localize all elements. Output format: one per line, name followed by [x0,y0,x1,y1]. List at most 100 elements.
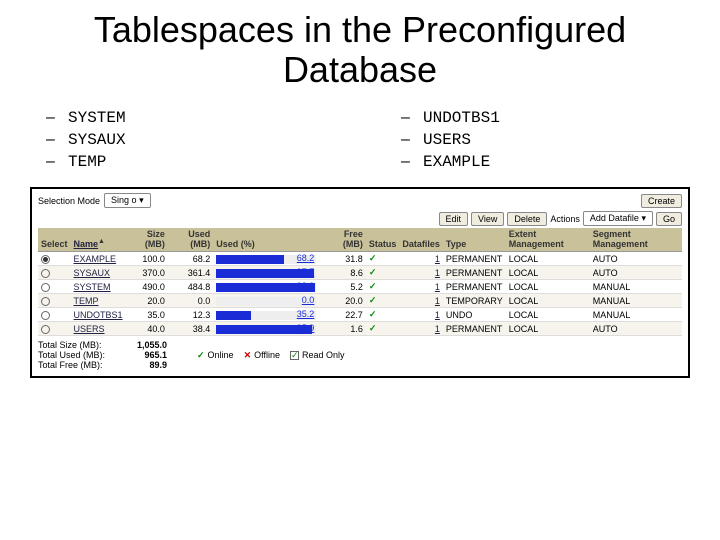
list-item: EXAMPLE [395,151,690,173]
readonly-icon [290,351,299,360]
cell-used-pct: 98.9 [213,280,323,294]
cell-datafiles[interactable]: 1 [399,252,443,266]
cell-size: 20.0 [126,294,168,308]
cell-name[interactable]: TEMP [71,294,126,308]
col-size: Size (MB) [126,228,168,251]
row-select-radio[interactable] [41,283,50,292]
cell-used: 12.3 [168,308,213,322]
create-button[interactable]: Create [641,194,682,208]
cell-extent: LOCAL [506,322,590,336]
table-row: SYSAUX370.0361.4 97.7 8.6✓ 1PERMANENTLOCALA… [38,266,682,280]
check-icon: ✓ [369,295,377,305]
cell-extent: LOCAL [506,280,590,294]
cell-used-pct: 68.2 [213,252,323,266]
cell-segment: AUTO [590,252,682,266]
col-name[interactable]: Name▲ [71,228,126,251]
cell-size: 100.0 [126,252,168,266]
cell-datafiles[interactable]: 1 [399,294,443,308]
cell-size: 370.0 [126,266,168,280]
cell-datafiles[interactable]: 1 [399,266,443,280]
list-item: SYSAUX [40,129,335,151]
cell-segment: AUTO [590,322,682,336]
view-button[interactable]: View [471,212,504,226]
left-column: SYSTEMSYSAUXTEMP [40,107,335,173]
cell-used-pct: 97.7 [213,266,323,280]
right-column: UNDOTBS1USERSEXAMPLE [395,107,690,173]
table-row: UNDOTBS135.012.335.222.7✓1UNDOLOCALMANUA… [38,308,682,322]
cell-segment: MANUAL [590,308,682,322]
cell-used-pct: 35.2 [213,308,323,322]
actions-select[interactable]: Add Datafile ▾ [583,211,653,226]
cell-size: 40.0 [126,322,168,336]
col-status: Status [366,228,400,251]
cell-status: ✓ [366,252,400,266]
table-row: USERS40.038.495.91.6✓1PERMANENTLOCALAUTO [38,322,682,336]
selection-mode-select[interactable]: Sing o ▾ [104,193,151,208]
cell-status: ✓ [366,294,400,308]
row-select-radio[interactable] [41,325,50,334]
chevron-down-icon: ▾ [641,213,646,223]
cell-free: 22.7 [323,308,366,322]
col-segment: Segment Management [590,228,682,251]
cell-used: 0.0 [168,294,213,308]
col-free: Free (MB) [323,228,366,251]
cell-name[interactable]: EXAMPLE [71,252,126,266]
pct-link[interactable]: 68.2 [297,253,315,263]
cell-name[interactable]: USERS [71,322,126,336]
check-icon: ✓ [369,281,377,291]
check-icon: ✓ [369,267,377,277]
table-row: EXAMPLE100.068.268.231.8✓1PERMANENTLOCAL… [38,252,682,266]
cell-used-pct: 95.9 [213,322,323,336]
cell-datafiles[interactable]: 1 [399,308,443,322]
cell-datafiles[interactable]: 1 [399,280,443,294]
row-select-radio[interactable] [41,269,50,278]
cell-free: 31.8 [323,252,366,266]
total-used-value: 965.1 [122,350,167,360]
total-used-label: Total Used (MB): [38,350,118,360]
cell-size: 35.0 [126,308,168,322]
cell-status: ✓ [366,266,400,280]
table-row: TEMP20.00.00.020.0✓1TEMPORARYLOCALMANUAL [38,294,682,308]
cell-free: 8.6 [323,266,366,280]
cell-datafiles[interactable]: 1 [399,322,443,336]
cell-type: PERMANENT [443,266,506,280]
cell-used: 361.4 [168,266,213,280]
cell-segment: AUTO [590,266,682,280]
pct-link[interactable]: 95.9 [297,323,315,333]
row-select-radio[interactable] [41,297,50,306]
slide-title: Tablespaces in the Preconfigured Databas… [30,10,690,89]
list-item: UNDOTBS1 [395,107,690,129]
cell-name[interactable]: SYSTEM [71,280,126,294]
pct-link[interactable]: 97.7 [297,267,315,277]
go-button[interactable]: Go [656,212,682,226]
cell-segment: MANUAL [590,294,682,308]
total-free-value: 89.9 [122,360,167,370]
pct-link[interactable]: 0.0 [302,295,315,305]
col-datafiles: Datafiles [399,228,443,251]
delete-button[interactable]: Delete [507,212,547,226]
cell-used-pct: 0.0 [213,294,323,308]
cell-size: 490.0 [126,280,168,294]
list-item: USERS [395,129,690,151]
row-select-radio[interactable] [41,311,50,320]
total-free-label: Total Free (MB): [38,360,118,370]
cell-extent: LOCAL [506,266,590,280]
chevron-down-icon: ▾ [139,195,144,205]
row-select-radio[interactable] [41,255,50,264]
cell-name[interactable]: UNDOTBS1 [71,308,126,322]
cell-extent: LOCAL [506,308,590,322]
pct-link[interactable]: 35.2 [297,309,315,319]
pct-link[interactable]: 98.9 [297,281,315,291]
check-icon: ✓ [369,323,377,333]
col-used: Used (MB) [168,228,213,251]
list-item: TEMP [40,151,335,173]
cell-free: 5.2 [323,280,366,294]
cell-type: TEMPORARY [443,294,506,308]
cell-extent: LOCAL [506,294,590,308]
total-size-value: 1,055.0 [122,340,167,350]
cell-used: 484.8 [168,280,213,294]
edit-button[interactable]: Edit [439,212,469,226]
cell-name[interactable]: SYSAUX [71,266,126,280]
col-extent: Extent Management [506,228,590,251]
cell-extent: LOCAL [506,252,590,266]
